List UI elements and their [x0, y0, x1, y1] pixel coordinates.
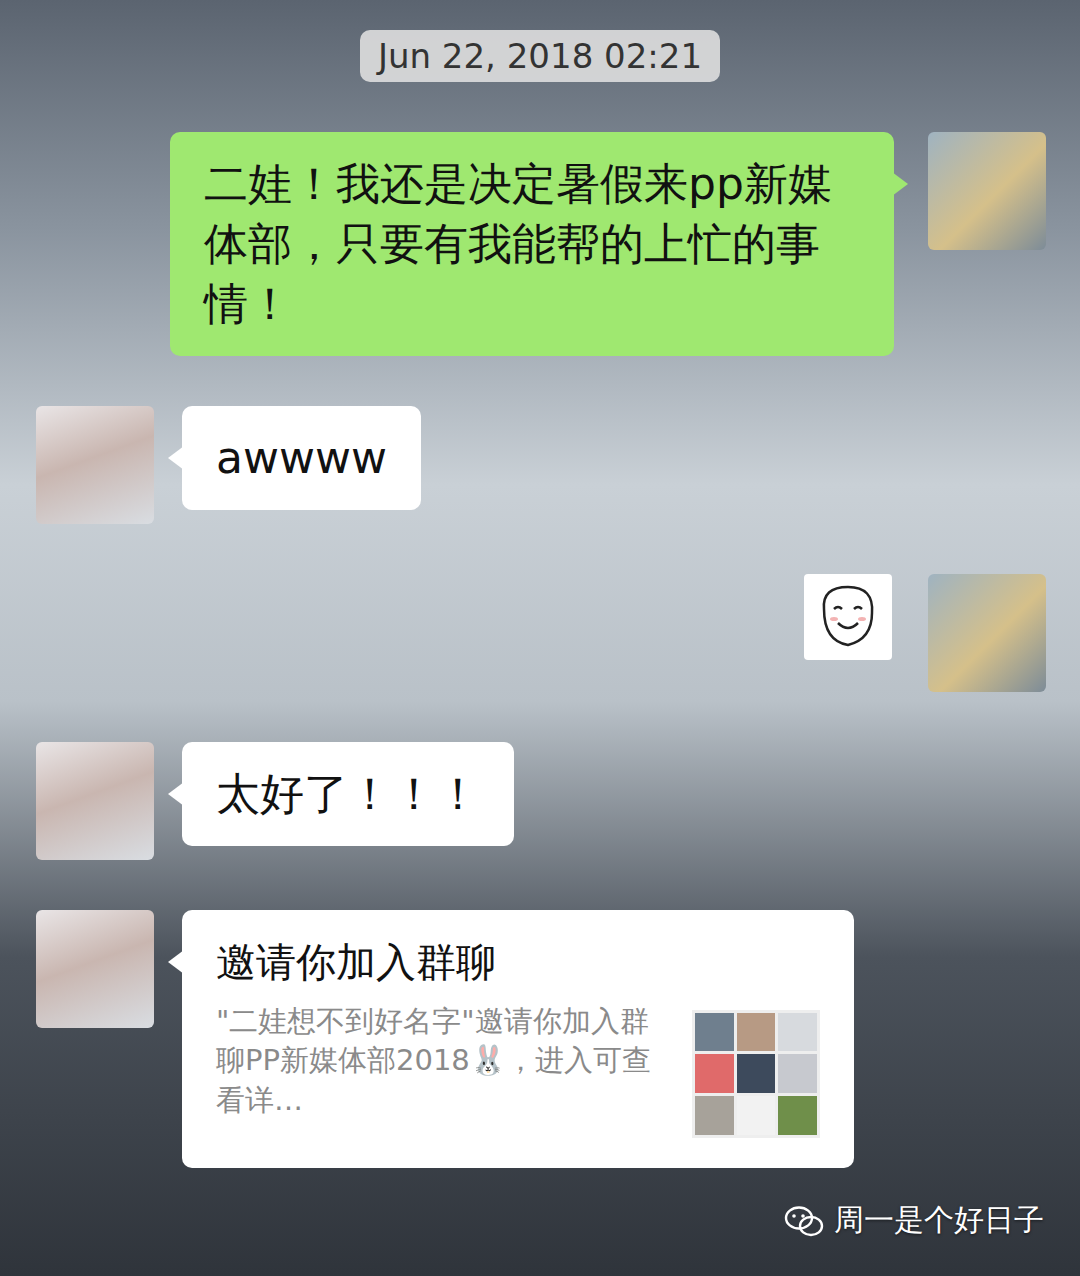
- sticker-icon[interactable]: [804, 574, 892, 660]
- group-avatar-icon: [692, 1010, 820, 1138]
- avatar[interactable]: [36, 406, 154, 524]
- avatar[interactable]: [36, 910, 154, 1028]
- watermark-text: 周一是个好日子: [834, 1197, 1044, 1242]
- group-member-thumb: [695, 1096, 734, 1135]
- group-member-thumb: [737, 1054, 776, 1093]
- invite-title: 邀请你加入群聊: [216, 936, 820, 988]
- message-row: 邀请你加入群聊 "二娃想不到好名字"邀请你加入群聊PP新媒体部2018🐰，进入可查…: [0, 910, 1080, 1168]
- message-row: awwww: [0, 406, 1080, 524]
- timestamp-row: Jun 22, 2018 02:21: [0, 30, 1080, 82]
- message-text: 二娃！我还是决定暑假来pp新媒体部，只要有我能帮的上忙的事情！: [204, 158, 832, 329]
- message-row: [0, 574, 1080, 692]
- group-member-thumb: [695, 1013, 734, 1052]
- chat-screen: Jun 22, 2018 02:21 二娃！我还是决定暑假来pp新媒体部，只要有我…: [0, 0, 1080, 1276]
- group-member-thumb: [778, 1054, 817, 1093]
- group-member-thumb: [737, 1096, 776, 1135]
- group-member-thumb: [737, 1013, 776, 1052]
- message-bubble[interactable]: 二娃！我还是决定暑假来pp新媒体部，只要有我能帮的上忙的事情！: [170, 132, 894, 355]
- message-row: 二娃！我还是决定暑假来pp新媒体部，只要有我能帮的上忙的事情！: [0, 132, 1080, 355]
- group-member-thumb: [778, 1096, 817, 1135]
- group-member-thumb: [778, 1013, 817, 1052]
- group-invite-card[interactable]: 邀请你加入群聊 "二娃想不到好名字"邀请你加入群聊PP新媒体部2018🐰，进入可查…: [182, 910, 854, 1168]
- avatar[interactable]: [928, 574, 1046, 692]
- message-row: 太好了！！！: [0, 742, 1080, 860]
- message-bubble[interactable]: 太好了！！！: [182, 742, 514, 846]
- message-text: 太好了！！！: [216, 768, 480, 819]
- avatar[interactable]: [36, 742, 154, 860]
- invite-body: "二娃想不到好名字"邀请你加入群聊PP新媒体部2018🐰，进入可查看详…: [216, 1002, 820, 1138]
- message-text: awwww: [216, 432, 387, 483]
- wechat-icon: [784, 1197, 824, 1242]
- invite-description: "二娃想不到好名字"邀请你加入群聊PP新媒体部2018🐰，进入可查看详…: [216, 1002, 676, 1120]
- timestamp: Jun 22, 2018 02:21: [360, 30, 720, 82]
- message-bubble[interactable]: awwww: [182, 406, 421, 510]
- message-list: Jun 22, 2018 02:21 二娃！我还是决定暑假来pp新媒体部，只要有我…: [0, 0, 1080, 1168]
- group-member-thumb: [695, 1054, 734, 1093]
- watermark: 周一是个好日子: [784, 1197, 1044, 1242]
- avatar[interactable]: [928, 132, 1046, 250]
